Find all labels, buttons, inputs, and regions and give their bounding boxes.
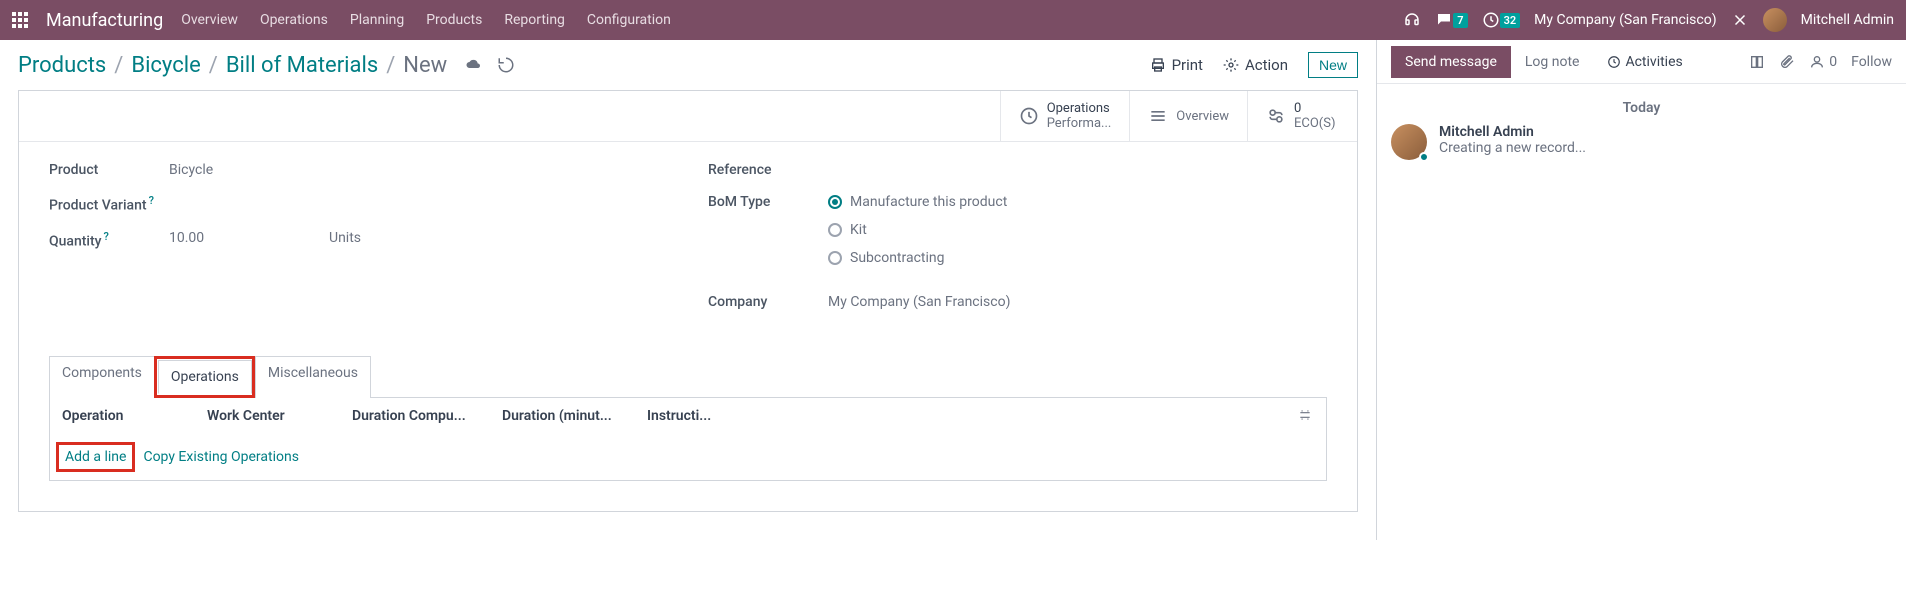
tabs: Components Operations Miscellaneous xyxy=(49,356,1327,398)
user-name[interactable]: Mitchell Admin xyxy=(1801,12,1894,28)
tools-icon[interactable] xyxy=(1731,11,1749,29)
label-quantity: Quantity? xyxy=(49,230,169,250)
radio-kit[interactable]: Kit xyxy=(828,222,1007,238)
tab-content: Operation Work Center Duration Compu... … xyxy=(49,397,1327,481)
msg-content: Creating a new record... xyxy=(1439,140,1586,156)
message: Mitchell Admin Creating a new record... xyxy=(1377,124,1906,174)
chat-badge: 7 xyxy=(1453,13,1467,28)
th-operation[interactable]: Operation xyxy=(62,408,207,424)
crumb-current: New xyxy=(403,53,447,78)
label-company: Company xyxy=(708,294,828,310)
value-unit[interactable]: Units xyxy=(329,230,361,246)
top-navbar: Manufacturing Overview Operations Planni… xyxy=(0,0,1906,40)
action-button[interactable]: Action xyxy=(1223,56,1288,74)
value-quantity[interactable]: 10.00 xyxy=(169,230,329,246)
menu-overview[interactable]: Overview xyxy=(181,12,238,28)
breadcrumbs: Products / Bicycle / Bill of Materials /… xyxy=(18,53,1140,78)
user-avatar[interactable] xyxy=(1763,8,1787,32)
msg-avatar[interactable] xyxy=(1391,124,1427,160)
crumb-products[interactable]: Products xyxy=(18,53,106,78)
value-product[interactable]: Bicycle xyxy=(169,162,213,178)
label-bom: BoM Type xyxy=(708,194,828,210)
menu-planning[interactable]: Planning xyxy=(350,12,404,28)
radio-subcontracting[interactable]: Subcontracting xyxy=(828,250,1007,266)
stat-row: OperationsPerforma... Overview 0ECO(S) xyxy=(19,91,1357,142)
stat-eco[interactable]: 0ECO(S) xyxy=(1247,91,1357,141)
stat-overview[interactable]: Overview xyxy=(1129,91,1247,141)
print-button[interactable]: Print xyxy=(1150,56,1203,74)
phone-icon[interactable] xyxy=(1403,11,1421,29)
top-menu: Overview Operations Planning Products Re… xyxy=(181,12,671,28)
add-line-link[interactable]: Add a line xyxy=(65,449,126,465)
follow-button[interactable]: Follow xyxy=(1851,54,1892,70)
copy-ops-link[interactable]: Copy Existing Operations xyxy=(143,449,299,465)
menu-reporting[interactable]: Reporting xyxy=(504,12,565,28)
th-workcenter[interactable]: Work Center xyxy=(207,408,352,424)
menu-operations[interactable]: Operations xyxy=(260,12,328,28)
chatter: Send message Log note Activities 0 Follo… xyxy=(1376,40,1906,540)
app-title[interactable]: Manufacturing xyxy=(46,10,163,31)
msg-author: Mitchell Admin xyxy=(1439,124,1586,140)
followers-icon[interactable]: 0 xyxy=(1809,54,1837,70)
clock-badge: 32 xyxy=(1500,13,1521,28)
book-icon[interactable] xyxy=(1749,54,1765,70)
activities-button[interactable]: Activities xyxy=(1593,46,1696,78)
stat-operations[interactable]: OperationsPerforma... xyxy=(1000,91,1130,141)
chat-icon[interactable]: 7 xyxy=(1435,11,1467,29)
breadcrumb-row: Products / Bicycle / Bill of Materials /… xyxy=(0,40,1376,90)
label-product: Product xyxy=(49,162,169,178)
th-instructions[interactable]: Instructi... xyxy=(647,408,767,424)
value-company[interactable]: My Company (San Francisco) xyxy=(828,294,1010,310)
th-duration-min[interactable]: Duration (minut... xyxy=(502,408,647,424)
label-variant: Product Variant? xyxy=(49,194,169,214)
company-name[interactable]: My Company (San Francisco) xyxy=(1534,12,1716,28)
new-button[interactable]: New xyxy=(1308,52,1358,78)
attachment-icon[interactable] xyxy=(1779,54,1795,70)
log-note-button[interactable]: Log note xyxy=(1511,46,1594,78)
table-header: Operation Work Center Duration Compu... … xyxy=(50,398,1326,434)
tab-operations[interactable]: Operations xyxy=(158,360,252,394)
cloud-icon[interactable] xyxy=(465,56,483,74)
menu-configuration[interactable]: Configuration xyxy=(587,12,671,28)
form-box: OperationsPerforma... Overview 0ECO(S) P… xyxy=(18,90,1358,512)
label-reference: Reference xyxy=(708,162,828,178)
discard-icon[interactable] xyxy=(497,56,515,74)
send-message-button[interactable]: Send message xyxy=(1391,46,1511,78)
radio-manufacture[interactable]: Manufacture this product xyxy=(828,194,1007,210)
table-actions-row: Add a line Copy Existing Operations xyxy=(50,434,1326,480)
tab-miscellaneous[interactable]: Miscellaneous xyxy=(255,356,371,398)
columns-icon[interactable] xyxy=(1298,408,1312,422)
crumb-bicycle[interactable]: Bicycle xyxy=(131,53,200,78)
menu-products[interactable]: Products xyxy=(426,12,482,28)
th-duration-comp[interactable]: Duration Compu... xyxy=(352,408,502,424)
tab-components[interactable]: Components xyxy=(49,356,155,398)
topbar-right: 7 32 My Company (San Francisco) Mitchell… xyxy=(1403,8,1894,32)
clock-icon[interactable]: 32 xyxy=(1482,11,1521,29)
apps-icon[interactable] xyxy=(12,12,28,28)
today-label: Today xyxy=(1377,84,1906,124)
crumb-bom[interactable]: Bill of Materials xyxy=(226,53,378,78)
